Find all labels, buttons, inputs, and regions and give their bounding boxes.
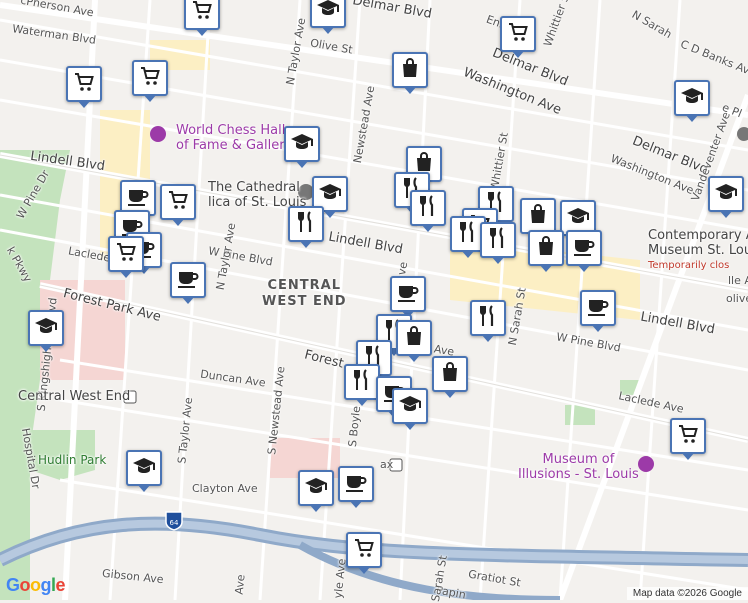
shopping-bag-icon [438,360,462,389]
school-icon [566,204,590,233]
coffee-icon [572,234,596,263]
shopping-bag-marker[interactable] [520,198,556,240]
map-canvas[interactable]: 64 [0,0,748,600]
school-icon [714,180,738,209]
transit-station-icon [123,390,137,404]
illusions-pin [638,456,654,472]
google-logo[interactable]: Google [6,575,66,596]
school-icon [132,454,156,483]
school-marker[interactable] [708,176,744,218]
school-marker[interactable] [28,310,64,352]
school-icon [318,180,342,209]
coffee-marker[interactable] [566,230,602,272]
school-marker[interactable] [310,0,346,34]
school-marker[interactable] [284,126,320,168]
restaurant-icon [416,194,440,223]
shopping-cart-icon [676,422,700,451]
school-marker[interactable] [298,470,334,512]
shopping-cart-marker[interactable] [346,532,382,574]
shopping-bag-icon [398,56,422,85]
coffee-icon [396,280,420,309]
coffee-icon [344,470,368,499]
shopping-cart-icon [72,70,96,99]
coffee-marker[interactable] [580,290,616,332]
shopping-cart-marker[interactable] [108,236,144,278]
hudlin-park-area [30,430,95,480]
shopping-bag-icon [534,234,558,263]
shopping-cart-icon [114,240,138,269]
shopping-cart-marker[interactable] [670,418,706,460]
restaurant-marker[interactable] [480,222,516,264]
restaurant-icon [456,220,480,249]
school-icon [34,314,58,343]
restaurant-icon [350,368,374,397]
shopping-bag-marker[interactable] [392,52,428,94]
map-attribution[interactable]: Map data ©2026 Google [626,587,748,600]
shopping-cart-icon [352,536,376,565]
shopping-bag-marker[interactable] [432,356,468,398]
school-marker[interactable] [674,80,710,122]
shopping-cart-icon [138,64,162,93]
restaurant-marker[interactable] [470,300,506,342]
restaurant-icon [294,210,318,239]
shopping-bag-icon [526,202,550,231]
shopping-bag-marker[interactable] [528,230,564,272]
school-icon [398,392,422,421]
chess-hall-pin [150,126,166,142]
svg-text:64: 64 [170,519,179,527]
shopping-cart-marker[interactable] [184,0,220,36]
school-marker[interactable] [126,450,162,492]
restaurant-icon [486,226,510,255]
coffee-icon [126,184,150,213]
shopping-cart-marker[interactable] [66,66,102,108]
school-marker[interactable] [392,388,428,430]
shopping-cart-marker[interactable] [500,16,536,58]
shopping-cart-icon [190,0,214,27]
coffee-marker[interactable] [390,276,426,318]
coffee-icon [176,266,200,295]
school-icon [304,474,328,503]
school-icon [680,84,704,113]
shopping-cart-marker[interactable] [160,184,196,226]
restaurant-marker[interactable] [288,206,324,248]
shopping-cart-icon [166,188,190,217]
transit-station-icon-2 [389,458,403,472]
coffee-marker[interactable] [170,262,206,304]
coffee-icon [586,294,610,323]
restaurant-marker[interactable] [410,190,446,232]
restaurant-icon [476,304,500,333]
school-icon [316,0,340,25]
shopping-cart-icon [506,20,530,49]
interstate-64-shield: 64 [165,511,183,531]
shopping-cart-marker[interactable] [132,60,168,102]
school-icon [290,130,314,159]
coffee-marker[interactable] [338,466,374,508]
restaurant-marker[interactable] [344,364,380,406]
shopping-bag-icon [402,324,426,353]
shopping-bag-marker[interactable] [396,320,432,362]
